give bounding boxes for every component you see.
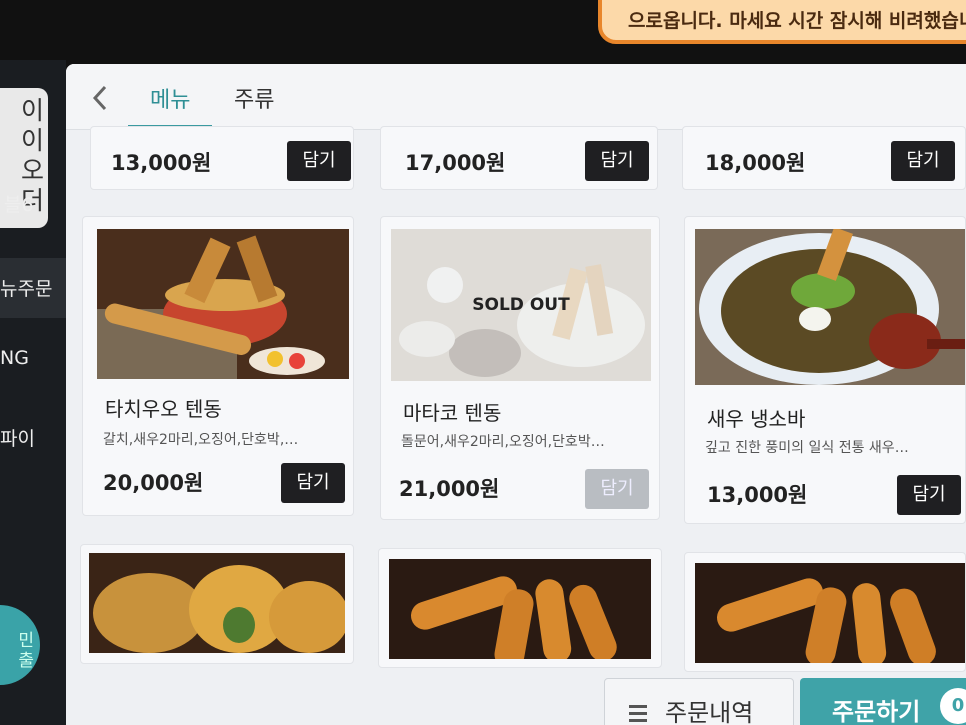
food-photo [695,229,965,385]
menu-card[interactable]: 13,000원 담기 [90,126,354,190]
menu-card-sold-out: SOLD OUT 마타코 텐동 돌문어,새우2마리,오징어,단호박… 21,00… [380,216,660,520]
food-photo [695,563,965,663]
add-to-cart-button[interactable]: 담기 [897,475,961,515]
item-price: 21,000원 [399,477,500,501]
add-to-cart-button[interactable]: 담기 [287,141,351,181]
tab-drinks[interactable]: 주류 [234,82,274,114]
add-to-cart-button[interactable]: 담기 [891,141,955,181]
sold-out-overlay: SOLD OUT [391,229,651,381]
food-photo [97,229,349,379]
top-bar: 메뉴 주류 [66,64,966,130]
promo-banner: 으로옵니다. 마세요 시간 잠시해 비려했습니 [598,0,966,44]
sidebar-item-pay[interactable]: 파이 [0,424,66,451]
tab-menu[interactable]: 메뉴 [150,82,190,114]
item-name: 새우 냉소바 [707,407,806,431]
menu-card[interactable]: 17,000원 담기 [380,126,658,190]
menu-card[interactable]: 타치우오 텐동 갈치,새우2마리,오징어,단호박,… 20,000원 담기 [82,216,354,516]
item-price: 18,000원 [705,151,806,175]
menu-card[interactable] [378,548,662,668]
item-name: 타치우오 텐동 [105,397,222,421]
staff-call-button[interactable]: 민 출 [0,605,40,685]
menu-screen: 메뉴 주류 13,000원 담기 17,000원 담기 18,000원 담기 타… [66,64,966,725]
logo-line-1: 이이 [20,96,44,155]
cart-count-badge: 0 [940,688,966,724]
add-to-cart-button[interactable]: 담기 [585,141,649,181]
table-number: 블6 [4,194,34,216]
order-history-button[interactable]: 주문내역 [604,678,794,725]
menu-card[interactable]: 새우 냉소바 깊고 진한 풍미의 일식 전통 새우… 13,000원 담기 [684,216,966,524]
item-price: 13,000원 [707,483,808,507]
menu-card[interactable] [684,552,966,672]
food-photo: SOLD OUT [391,229,651,381]
staff-call-line-2: 출 [18,651,34,671]
item-price: 13,000원 [111,151,212,175]
place-order-label: 주문하기 [832,698,921,725]
place-order-button[interactable]: 주문하기 0 [800,678,966,725]
add-to-cart-button[interactable]: 담기 [281,463,345,503]
sidebar-item-order[interactable]: 뉴주문 [0,258,66,318]
food-photo [89,553,345,653]
item-description: 갈치,새우2마리,오징어,단호박,… [103,432,299,448]
sidebar-item-ng[interactable]: NG [0,347,66,369]
sidebar: 이이 오더 블6 뉴주문 NG 파이 민 출 [0,60,66,725]
menu-card[interactable] [80,544,354,664]
staff-call-line-1: 민 [18,631,34,651]
add-to-cart-button-disabled: 담기 [585,469,649,509]
list-icon [629,705,647,722]
menu-card[interactable]: 18,000원 담기 [682,126,966,190]
food-photo [389,559,651,659]
bottom-bar: 주문내역 주문하기 0 [66,674,966,725]
item-description: 돌문어,새우2마리,오징어,단호박… [401,434,605,450]
item-name: 마타코 텐동 [403,401,502,425]
item-description: 깊고 진한 풍미의 일식 전통 새우… [705,440,909,456]
item-price: 20,000원 [103,471,204,495]
back-icon[interactable] [90,84,110,112]
order-history-label: 주문내역 [665,699,754,725]
item-price: 17,000원 [405,151,506,175]
